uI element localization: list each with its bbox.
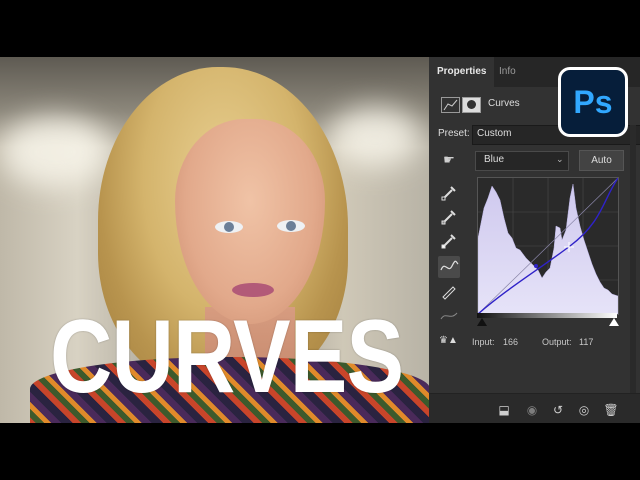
tab-properties[interactable]: Properties — [429, 57, 495, 87]
pencil-icon[interactable] — [438, 280, 460, 302]
light-glow — [0, 117, 110, 187]
left-eye — [215, 221, 243, 233]
preset-label: Preset: — [438, 128, 470, 139]
channel-value: Blue — [484, 154, 505, 165]
eyedropper-black-icon[interactable] — [438, 181, 460, 203]
mask-icon[interactable] — [462, 97, 481, 113]
curve-point — [534, 264, 538, 268]
thumbnail-title: CURVES — [50, 299, 404, 415]
preset-value: Custom — [477, 128, 512, 139]
logo-text: Ps — [573, 84, 613, 120]
lips — [232, 283, 274, 297]
white-point-slider[interactable] — [609, 318, 619, 326]
right-eye — [277, 220, 305, 232]
view-previous-state-icon[interactable]: ◉ — [524, 402, 540, 418]
on-image-target-icon[interactable]: ☛ — [438, 149, 460, 171]
clipping-warning-icon[interactable]: ♛▲ — [439, 335, 458, 346]
black-point-slider[interactable] — [477, 318, 487, 326]
curves-adjustment-icon — [441, 97, 460, 113]
eyedropper-white-icon[interactable] — [438, 229, 460, 251]
portrait-photo: CURVES — [0, 57, 429, 423]
video-frame: CURVES Properties Info Curves Preset: Cu… — [0, 57, 640, 423]
smooth-icon[interactable] — [438, 305, 460, 327]
output-label: Output: — [542, 337, 572, 347]
light-glow — [330, 107, 420, 167]
curve-tool-icon[interactable] — [438, 256, 460, 278]
delete-icon[interactable]: 🗑 — [603, 402, 619, 418]
visibility-eye-icon[interactable]: ◎ — [576, 402, 592, 418]
adjustment-label: Curves — [488, 98, 520, 109]
panel-scrollbar[interactable] — [630, 125, 636, 395]
panel-bottom-bar: ⬓ ◉ ↺ ◎ 🗑 — [429, 393, 640, 423]
input-value: 166 — [503, 337, 519, 347]
output-value: 117 — [579, 337, 594, 347]
auto-button[interactable]: Auto — [579, 150, 624, 171]
reset-icon[interactable]: ↺ — [550, 402, 566, 418]
input-gradient-bar — [477, 313, 617, 318]
eyedropper-gray-icon[interactable] — [438, 205, 460, 227]
tab-info[interactable]: Info — [499, 57, 516, 87]
photoshop-logo: Ps — [558, 67, 628, 137]
chevron-down-icon: ⌄ — [556, 154, 564, 164]
properties-panel: Properties Info Curves Preset: Custom ☛ … — [429, 57, 640, 423]
clip-to-layer-icon[interactable]: ⬓ — [496, 402, 512, 418]
curves-graph[interactable] — [477, 177, 619, 315]
input-label: Input: — [472, 337, 495, 347]
